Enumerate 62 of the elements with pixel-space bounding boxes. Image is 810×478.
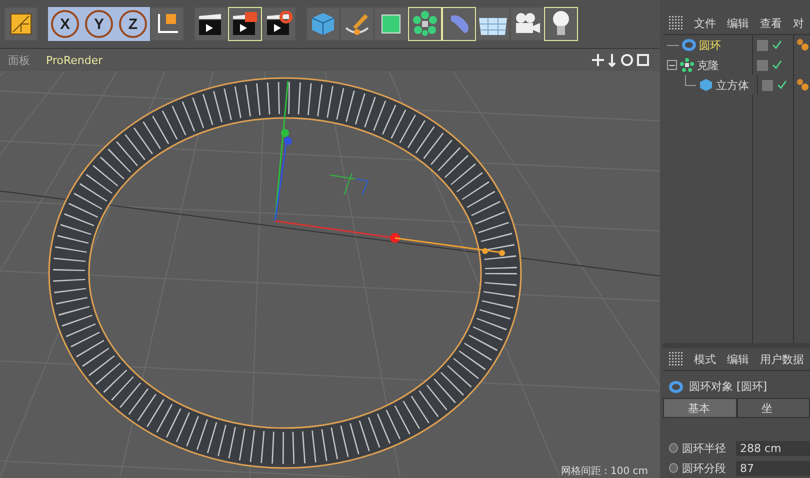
cube-button[interactable] — [306, 7, 340, 41]
grip-icon[interactable] — [669, 16, 683, 30]
menu-item[interactable]: 文件 — [694, 16, 716, 30]
collapse-toggle[interactable] — [667, 60, 677, 70]
clapperboard-icon — [231, 11, 259, 37]
cube-icon — [310, 11, 336, 37]
snap-button[interactable] — [4, 7, 38, 41]
tag-icon[interactable] — [796, 78, 810, 92]
render-settings-button[interactable] — [262, 7, 296, 41]
pen-icon — [343, 11, 371, 37]
menu-item[interactable]: 模式 — [694, 352, 716, 366]
camera-icon — [513, 12, 541, 36]
cloner-icon — [412, 11, 438, 37]
animation-radio[interactable] — [669, 463, 678, 473]
navigation-icons-drawing[interactable] — [592, 53, 652, 67]
field-label: 圆环半径 — [682, 440, 728, 456]
tab[interactable]: 坐 — [736, 398, 810, 418]
menu-item[interactable]: 用户数据 — [760, 352, 804, 366]
check-icon[interactable] — [772, 40, 782, 50]
object-title: 圆环对象 [圆环] — [689, 379, 768, 394]
torus-icon — [669, 380, 683, 392]
camera-axis-icon — [330, 172, 369, 196]
render-button[interactable] — [194, 7, 228, 41]
axis-lock-button[interactable]: X — [48, 7, 82, 41]
menu-item[interactable]: 编辑 — [727, 352, 749, 366]
check-icon[interactable] — [772, 60, 782, 70]
menu-item[interactable]: 编辑 — [727, 16, 749, 30]
object-name[interactable]: 克隆 — [697, 58, 719, 72]
input-field[interactable]: 87 — [736, 460, 810, 476]
input-field[interactable]: 288 cm — [736, 440, 810, 456]
light-button[interactable] — [544, 7, 578, 41]
coords-button[interactable] — [150, 7, 184, 41]
object-name[interactable]: 圆环 — [699, 38, 721, 52]
grip-icon[interactable] — [669, 352, 683, 366]
pen-button[interactable] — [340, 7, 374, 41]
menu-item[interactable]: 查看 — [760, 16, 782, 30]
menu-item[interactable]: 对 — [793, 16, 804, 30]
tab[interactable]: 基本 — [663, 398, 736, 418]
axis-lock-button[interactable]: Y — [82, 7, 116, 41]
animation-radio[interactable] — [669, 443, 678, 453]
tag-icon[interactable] — [796, 38, 810, 52]
cube-icon — [699, 78, 713, 92]
subdivision-button[interactable] — [374, 7, 408, 41]
axis-lock-button[interactable]: Z — [116, 7, 150, 41]
snap-icon — [9, 12, 33, 36]
clapperboard-gear-icon — [265, 11, 293, 37]
render-view-button[interactable] — [228, 7, 262, 41]
grid-spacing-label: 网格间距 : 100 cm — [560, 464, 648, 478]
deformer-button[interactable] — [442, 7, 476, 41]
viewport-menu-item[interactable]: ProRender — [46, 54, 103, 66]
floor-button[interactable] — [476, 7, 510, 41]
field-label: 圆环分段 — [682, 460, 728, 476]
visibility-toggle[interactable] — [757, 60, 768, 70]
torus-icon — [682, 39, 696, 51]
visibility-toggle[interactable] — [762, 80, 774, 90]
cloner-icon — [680, 58, 694, 72]
check-icon[interactable] — [777, 80, 788, 90]
visibility-toggle[interactable] — [757, 40, 768, 50]
cloner-button[interactable] — [408, 7, 442, 41]
object-name[interactable]: 立方体 — [716, 78, 749, 92]
light-bulb-icon — [551, 10, 571, 38]
camera-button[interactable] — [510, 7, 544, 41]
